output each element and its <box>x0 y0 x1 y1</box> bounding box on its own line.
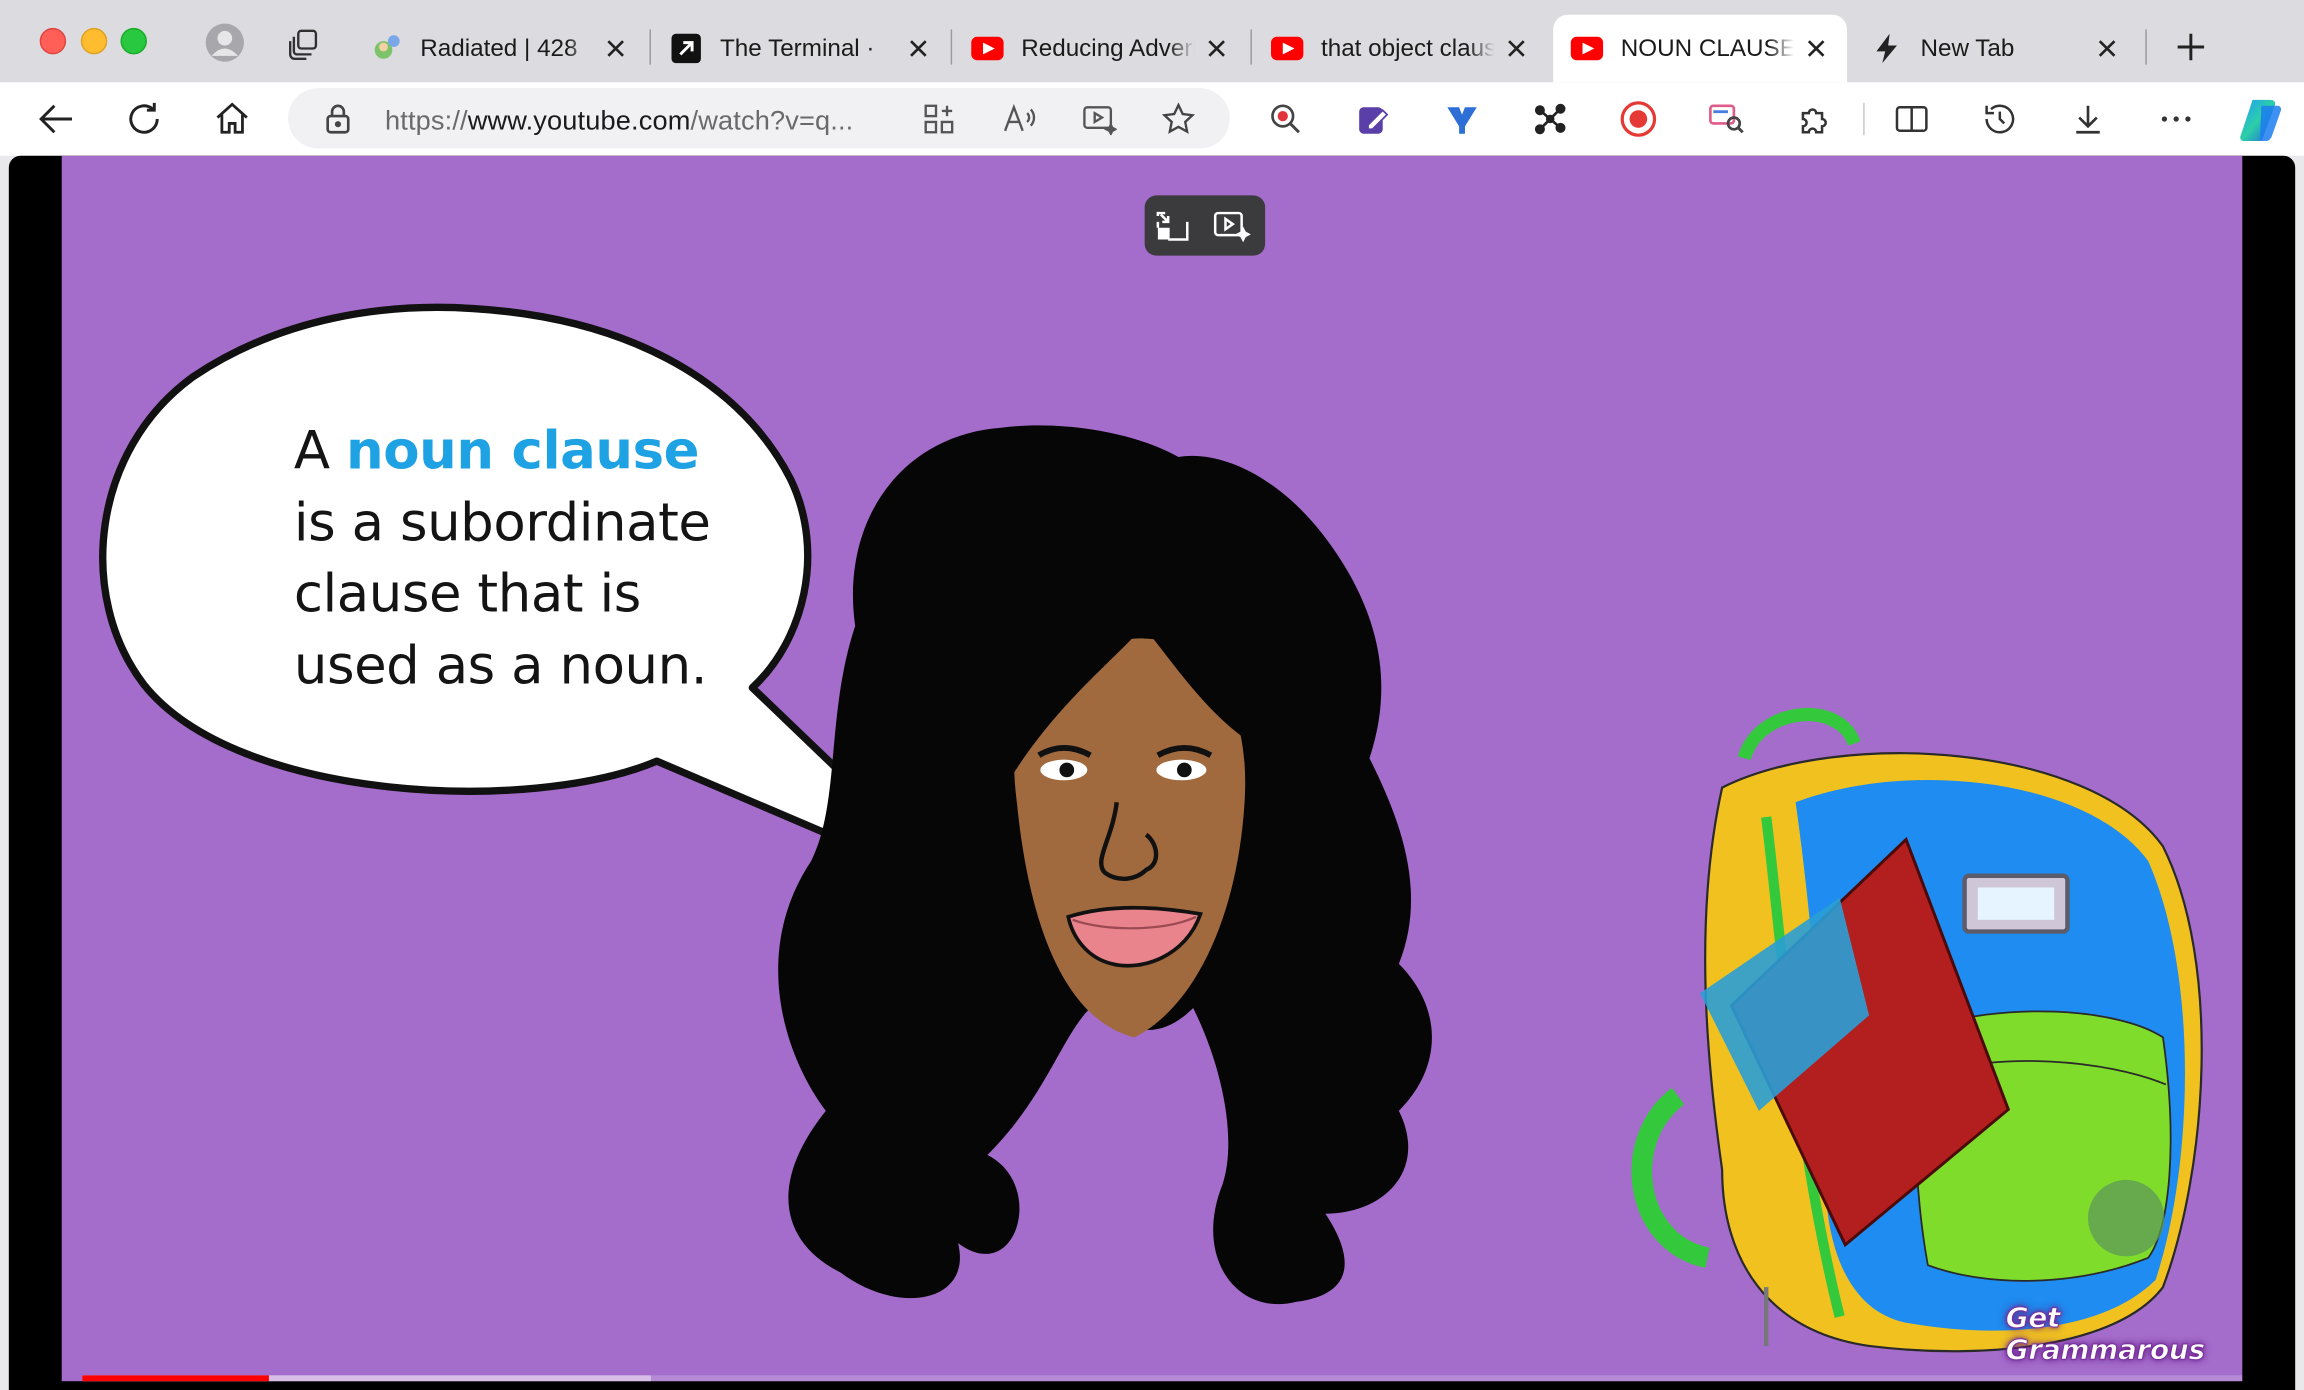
tab-title: Radiated | 428 <box>420 34 578 61</box>
read-aloud-icon[interactable] <box>1002 101 1037 136</box>
pip-icon <box>1156 211 1189 241</box>
extension-graph-button[interactable] <box>1528 97 1572 141</box>
screen-capture-icon <box>1709 104 1744 134</box>
extension-record-button[interactable] <box>1616 97 1660 141</box>
tab-separator <box>1250 29 1252 65</box>
minimize-window-button[interactable] <box>80 27 108 55</box>
address-bar[interactable]: https://www.youtube.com/watch?v=q... <box>288 88 1230 149</box>
back-button[interactable] <box>34 97 78 141</box>
download-icon <box>2076 105 2100 134</box>
history-button[interactable] <box>1978 97 2022 141</box>
progress-bar[interactable] <box>82 1375 2243 1382</box>
extension-vpn-button[interactable] <box>1440 97 1484 141</box>
profile-avatar-icon <box>205 23 244 62</box>
more-menu-button[interactable] <box>2154 97 2198 141</box>
tab-reducing-adverbial[interactable]: Reducing Adverbial <box>954 15 1248 83</box>
video-enhance-icon[interactable] <box>1081 101 1117 136</box>
close-window-button[interactable] <box>39 27 67 55</box>
tab-title: NOUN CLAUSE <box>1620 34 1795 61</box>
record-icon <box>1620 101 1657 137</box>
progress-played <box>82 1375 269 1382</box>
video-player[interactable]: A noun clause is a subordinate clause th… <box>8 155 2296 1390</box>
home-button[interactable] <box>210 97 254 141</box>
zoom-window-button[interactable] <box>120 27 147 55</box>
home-icon <box>216 102 248 134</box>
close-tab-icon[interactable] <box>1203 35 1229 61</box>
channel-watermark: Get Grammarous <box>2005 1301 2205 1367</box>
app-available-icon[interactable] <box>921 101 956 136</box>
close-tab-icon[interactable] <box>602 35 628 61</box>
video-enhance-button[interactable] <box>1212 207 1251 245</box>
extension-notes-button[interactable] <box>1352 97 1396 141</box>
profile-button[interactable] <box>204 22 245 63</box>
tab-title: that object clause <box>1320 34 1495 61</box>
tab-title: New Tab <box>1920 34 2015 61</box>
close-tab-icon[interactable] <box>1803 35 1829 61</box>
magnifier-extension-icon <box>1271 104 1300 134</box>
profile-badge-icon <box>370 32 402 64</box>
teacher-cartoon-illustration <box>778 425 1432 1305</box>
shield-y-icon <box>1447 107 1477 134</box>
youtube-icon <box>1570 32 1604 64</box>
keyword-noun-clause: noun clause <box>346 421 700 482</box>
tab-noun-clause[interactable]: NOUN CLAUSE <box>1553 14 1848 83</box>
pen-notes-icon <box>1359 107 1389 134</box>
tab-strip: Radiated | 428 The Terminal · Reducing A… <box>0 0 2304 83</box>
more-dots-icon <box>2161 116 2191 122</box>
new-tab-button[interactable] <box>2172 28 2210 66</box>
workspaces-button[interactable] <box>285 24 323 62</box>
downloads-button[interactable] <box>2066 97 2110 141</box>
speech-line-1: A noun clause <box>294 417 711 488</box>
copilot-button[interactable] <box>2236 94 2286 144</box>
bolt-icon <box>1871 32 1903 64</box>
tab-title: Reducing Adverbial <box>1021 34 1194 61</box>
favorite-star-icon[interactable] <box>1161 101 1196 136</box>
youtube-icon <box>971 32 1004 64</box>
video-overlay-controls <box>1144 195 1266 256</box>
arrow-left-icon <box>39 104 73 134</box>
tab-separator <box>2145 29 2147 65</box>
speech-line-4: used as a noun. <box>293 635 708 696</box>
video-frame[interactable]: A noun clause is a subordinate clause th… <box>61 155 2243 1382</box>
history-icon <box>1985 104 2015 134</box>
nodes-icon <box>1534 103 1566 135</box>
reload-icon <box>129 102 159 134</box>
puzzle-icon <box>1801 108 1827 134</box>
tab-title: The Terminal · <box>720 34 875 61</box>
reload-button[interactable] <box>122 97 166 141</box>
split-screen-icon <box>1895 106 1928 133</box>
extension-search-button[interactable] <box>1264 97 1308 141</box>
speech-text: A noun clause is a subordinate clause th… <box>294 417 711 702</box>
toolbar: https://www.youtube.com/watch?v=q... <box>0 82 2304 156</box>
youtube-icon <box>1271 32 1304 64</box>
tab-the-terminal[interactable]: The Terminal · <box>652 15 949 83</box>
tab-separator <box>950 29 953 65</box>
close-tab-icon[interactable] <box>2094 35 2120 61</box>
split-screen-button[interactable] <box>1890 97 1934 141</box>
plus-icon <box>2177 33 2205 61</box>
video-sparkle-icon <box>1213 211 1251 243</box>
speech-line-2: is a subordinate <box>293 492 711 554</box>
tab-radiated[interactable]: Radiated | 428 <box>353 15 647 83</box>
backpack-illustration <box>1631 707 2203 1353</box>
tab-separator <box>649 29 651 65</box>
picture-in-picture-button[interactable] <box>1153 207 1191 245</box>
extension-capture-button[interactable] <box>1704 97 1748 141</box>
toolbar-separator <box>1863 102 1865 136</box>
browser-window: Radiated | 428 The Terminal · Reducing A… <box>0 0 2304 1390</box>
article-word: A <box>293 421 330 482</box>
url-text: https://www.youtube.com/watch?v=q... <box>384 104 854 136</box>
close-tab-icon[interactable] <box>1503 35 1529 61</box>
close-tab-icon[interactable] <box>905 35 931 61</box>
tab-that-object-clause[interactable]: that object clause <box>1253 15 1547 83</box>
copilot-icon <box>2240 99 2282 142</box>
lock-icon[interactable] <box>320 101 355 136</box>
extensions-button[interactable] <box>1793 97 1837 141</box>
tab-new-tab[interactable]: New Tab <box>1853 15 2138 83</box>
speech-line-3: clause that is <box>293 564 641 625</box>
terminal-arrow-icon <box>670 32 702 64</box>
tab-actions-icon <box>289 29 318 60</box>
